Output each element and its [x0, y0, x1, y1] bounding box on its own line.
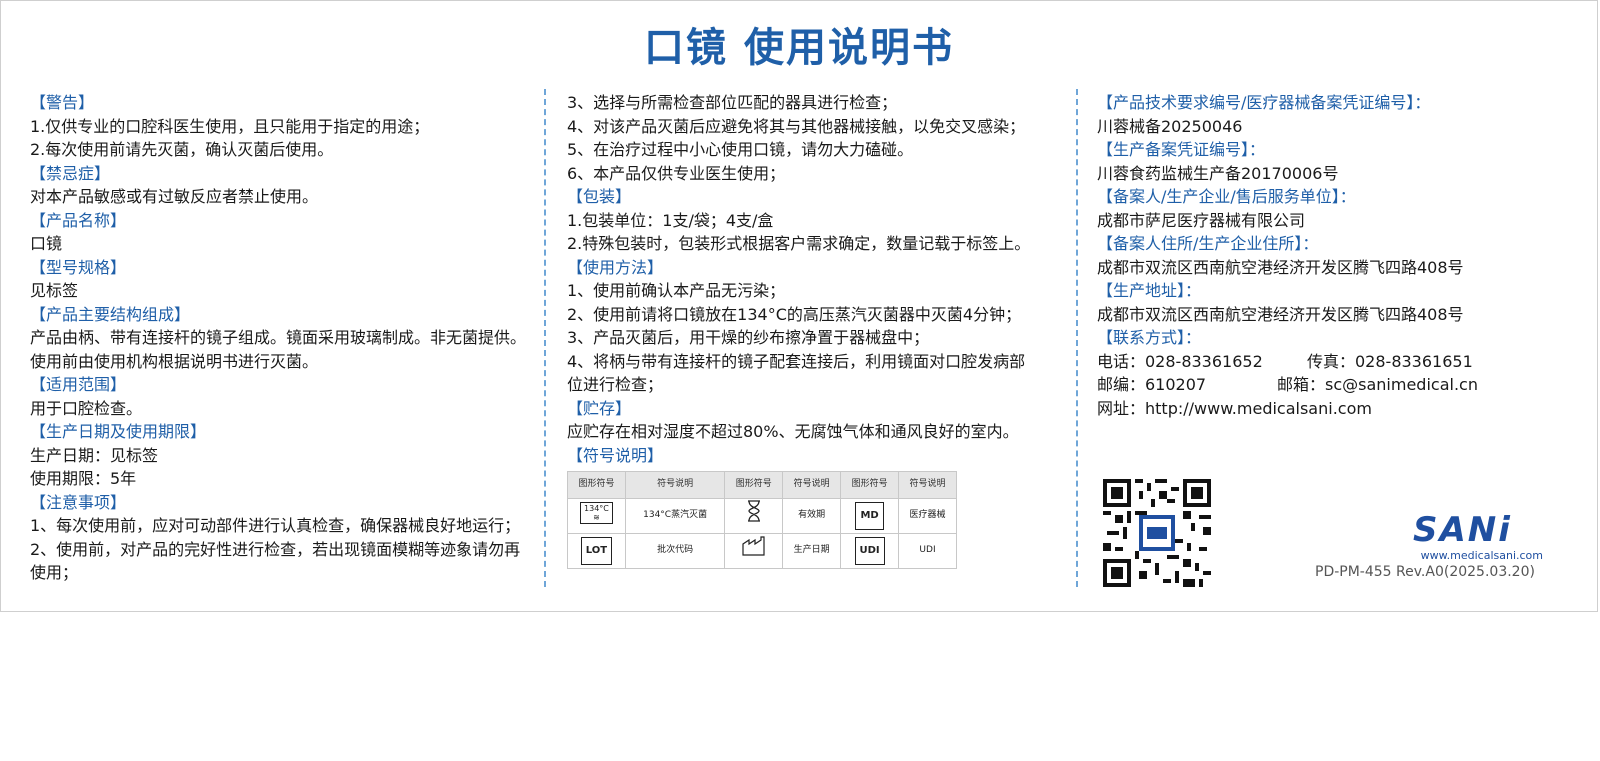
text-line: 川蓉械备20250046 [1097, 116, 1243, 136]
contact-row: 电话：028-83361652 传真：028-83361651 [1097, 350, 1567, 374]
contact-row: 邮编：610207 邮箱：sc@sanimedical.cn [1097, 373, 1567, 397]
factory-icon [724, 533, 784, 569]
column-middle: 3、选择与所需检查部位匹配的器具进行检查； 4、对该产品灭菌后应避免将其与其他器… [567, 91, 1047, 569]
text-line: 1、使用前确认本产品无污染； [567, 281, 786, 300]
text-line: 使用前由使用机构根据说明书进行灭菌。 [30, 351, 319, 371]
brand-logo-url: www.medicalsani.com [1420, 549, 1543, 562]
zip-text: 邮编：610207 [1097, 375, 1207, 394]
text-line: 2、使用前，对产品的完好性进行检查，若出现镜面模糊等迹象请勿再 [30, 539, 521, 559]
text-line: 使用期限：5年 [30, 469, 137, 488]
table-header-row: 图形符号 符号说明 图形符号 符号说明 图形符号 符号说明 [567, 471, 957, 499]
document-number: PD-PM-455 Rev.A0(2025.03.20) [1315, 564, 1535, 580]
column-divider [1076, 89, 1078, 587]
table-cell: 批次代码 [624, 533, 726, 569]
section-heading-residence: 【备案人住所/生产企业住所】： [1097, 234, 1319, 253]
section-heading-scope: 【适用范围】 [30, 375, 127, 394]
text-line: 口镜 [30, 234, 63, 253]
section-heading-product-name: 【产品名称】 [30, 210, 127, 230]
table-header-cell: 图形符号 [840, 471, 900, 499]
section-heading-contact: 【联系方式】： [1097, 328, 1202, 347]
section-heading-warning: 【警告】 [30, 93, 95, 112]
text-line: 成都市双流区西南航空港经济开发区腾飞四路408号 [1097, 257, 1464, 277]
lot-icon: LOT [567, 533, 626, 569]
text-line: 2、使用前请将口镜放在134°C的高压蒸汽灭菌器中灭菌4分钟； [567, 304, 1022, 324]
section-heading-precautions: 【注意事项】 [30, 492, 127, 512]
qr-code [1103, 479, 1211, 587]
text-line: 2.特殊包装时，包装形式根据客户需求确定，数量记载于标签上。 [567, 234, 1031, 253]
column-left: 【警告】 1.仅供专业的口腔科医生使用，且只能用于指定的用途； 2.每次使用前请… [30, 91, 535, 585]
md-symbol-label: MD [855, 502, 884, 530]
text-line: 川蓉食药监械生产备20170006号 [1097, 163, 1339, 183]
section-heading-model: 【型号规格】 [30, 257, 127, 277]
sterilization-134c-icon: 134°C ≋ [567, 497, 626, 534]
table-header-cell: 符号说明 [624, 471, 726, 499]
section-heading-production-cert: 【生产备案凭证编号】： [1097, 140, 1266, 159]
udi-symbol-label: UDI [854, 537, 885, 565]
website-text: 网址：http://www.medicalsani.com [1097, 398, 1372, 418]
text-line: 应贮存在相对湿度不超过80%、无腐蚀气体和通风良好的室内。 [567, 422, 1019, 441]
section-heading-symbols: 【符号说明】 [567, 445, 664, 465]
symbol-table: 图形符号 符号说明 图形符号 符号说明 图形符号 符号说明 134°C ≋ 134… [567, 471, 957, 569]
hourglass-icon [724, 497, 784, 534]
table-header-cell: 符号说明 [782, 471, 842, 499]
sterilization-temp-label: 134°C [584, 503, 609, 513]
table-cell: 生产日期 [782, 533, 842, 569]
text-line: 成都市双流区西南航空港经济开发区腾飞四路408号 [1097, 304, 1464, 324]
text-line: 产品由柄、带有连接杆的镜子组成。镜面采用玻璃制成。非无菌提供。 [30, 328, 527, 347]
text-line: 使用； [30, 563, 79, 582]
section-heading-storage: 【贮存】 [567, 398, 632, 418]
text-line: 5、在治疗过程中小心使用口镜，请勿大力磕碰。 [567, 140, 914, 159]
table-cell: 医疗器械 [898, 497, 957, 534]
section-heading-structure: 【产品主要结构组成】 [30, 304, 191, 324]
text-line: 成都市萨尼医疗器械有限公司 [1097, 210, 1306, 230]
table-header-cell: 符号说明 [898, 471, 957, 499]
section-heading-contraindication: 【禁忌症】 [30, 163, 111, 183]
section-heading-dates: 【生产日期及使用期限】 [30, 422, 207, 441]
text-line: 位进行检查； [567, 375, 664, 394]
label-card: 口镜 使用说明书 【警告】 1.仅供专业的口腔科医生使用，且只能用于指定的用途；… [0, 0, 1598, 612]
text-line: 3、选择与所需检查部位匹配的器具进行检查； [567, 93, 898, 112]
column-right: 【产品技术要求编号/医疗器械备案凭证编号】： 川蓉械备20250046 【生产备… [1097, 91, 1567, 420]
section-heading-packaging: 【包装】 [567, 187, 632, 206]
section-heading-company: 【备案人/生产企业/售后服务单位】： [1097, 187, 1356, 206]
phone-text: 电话：028-83361652 [1097, 351, 1263, 371]
table-row: LOT 批次代码 生产日期 UDI UDI [567, 533, 957, 569]
section-heading-production-address: 【生产地址】： [1097, 281, 1202, 300]
column-divider [544, 89, 546, 587]
text-line: 用于口腔检查。 [30, 398, 143, 418]
text-line: 6、本产品仅供专业医生使用； [567, 163, 786, 183]
text-line: 生产日期：见标签 [30, 445, 159, 465]
brand-logo: SANi www.medicalsani.com [1413, 513, 1543, 562]
text-line: 见标签 [30, 281, 79, 300]
text-line: 1.仅供专业的口腔科医生使用，且只能用于指定的用途； [30, 116, 430, 136]
text-line: 1、每次使用前，应对可动部件进行认真检查，确保器械良好地运行； [30, 516, 521, 535]
fax-text: 传真：028-83361651 [1307, 351, 1473, 371]
email-text: 邮箱：sc@sanimedical.cn [1277, 375, 1478, 394]
section-heading-registration: 【产品技术要求编号/医疗器械备案凭证编号】： [1097, 93, 1431, 112]
text-line: 3、产品灭菌后，用干燥的纱布擦净置于器械盘中； [567, 328, 930, 347]
udi-icon: UDI [840, 533, 900, 569]
table-header-cell: 图形符号 [724, 471, 784, 499]
table-header-cell: 图形符号 [567, 471, 626, 499]
text-line: 4、对该产品灭菌后应避免将其与其他器械接触，以免交叉感染； [567, 116, 1026, 136]
table-row: 134°C ≋ 134°C蒸汽灭菌 有效期 MD 医疗器械 [567, 497, 957, 534]
lot-symbol-label: LOT [580, 537, 613, 565]
text-line: 对本产品敏感或有过敏反应者禁止使用。 [30, 187, 319, 206]
table-cell: 134°C蒸汽灭菌 [624, 497, 726, 534]
brand-logo-text: SANi [1413, 510, 1512, 550]
text-line: 4、将柄与带有连接杆的镜子配套连接后，利用镜面对口腔发病部 [567, 351, 1026, 371]
md-icon: MD [840, 497, 900, 534]
text-line: 1.包装单位：1支/袋；4支/盒 [567, 210, 774, 230]
page-title: 口镜 使用说明书 [644, 25, 954, 71]
text-line: 2.每次使用前请先灭菌，确认灭菌后使用。 [30, 140, 334, 159]
section-heading-usage: 【使用方法】 [567, 257, 664, 277]
table-cell: UDI [898, 533, 957, 569]
table-cell: 有效期 [782, 497, 842, 534]
